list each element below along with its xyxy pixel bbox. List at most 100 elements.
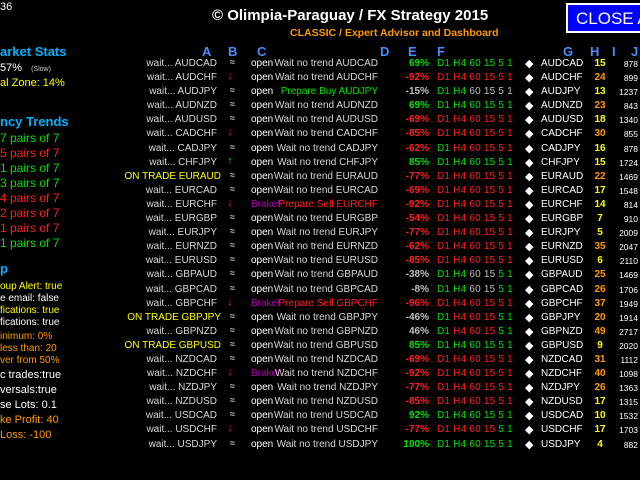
pair-label[interactable]: CHFJPY [541, 157, 580, 168]
diamond-icon[interactable]: ◆ [525, 423, 533, 436]
diamond-icon[interactable]: ◆ [525, 71, 533, 84]
diamond-icon[interactable]: ◆ [525, 127, 533, 140]
pair-label[interactable]: GBPUSD [541, 340, 583, 351]
mode-label[interactable]: open [251, 284, 273, 295]
diamond-icon[interactable]: ◆ [525, 99, 533, 112]
pair-label[interactable]: USDCAD [541, 410, 583, 421]
pair-label[interactable]: AUDCAD [541, 58, 583, 69]
mode-label[interactable]: open [251, 396, 273, 407]
pair-label[interactable]: EURJPY [541, 227, 580, 238]
diamond-icon[interactable]: ◆ [525, 156, 533, 169]
diamond-icon[interactable]: ◆ [525, 339, 533, 352]
diamond-icon[interactable]: ◆ [525, 170, 533, 183]
pair-label[interactable]: GBPCHF [541, 298, 583, 309]
pair-label[interactable]: EURGBP [541, 213, 583, 224]
diamond-icon[interactable]: ◆ [525, 268, 533, 281]
pair-label[interactable]: GBPNZD [541, 326, 583, 337]
timeframe-tag: 60 [469, 396, 481, 408]
pair-label[interactable]: GBPAUD [541, 269, 583, 280]
pair-label[interactable]: NZDCHF [541, 368, 582, 379]
mode-label[interactable]: open [251, 114, 273, 125]
diamond-icon[interactable]: ◆ [525, 367, 533, 380]
pair-label[interactable]: AUDJPY [541, 86, 580, 97]
pair-label[interactable]: CADJPY [541, 143, 580, 154]
mode-label[interactable]: open [251, 128, 273, 139]
diamond-icon[interactable]: ◆ [525, 85, 533, 98]
mode-label[interactable]: open [251, 171, 273, 182]
pair-label[interactable]: EURCAD [541, 185, 583, 196]
timeframe-tag: 1 [507, 198, 513, 210]
timeframe-tag: 60 [469, 198, 481, 210]
diamond-icon[interactable]: ◆ [525, 113, 533, 126]
diamond-icon[interactable]: ◆ [525, 184, 533, 197]
pair-range: 1098 [619, 369, 638, 380]
mode-label[interactable]: open [251, 340, 273, 351]
pair-label[interactable]: USDJPY [541, 439, 580, 450]
mode-label[interactable]: open [251, 439, 273, 450]
signal-label: Wait no trend AUDCAD [274, 58, 378, 69]
pair-score: 15 [594, 58, 606, 69]
timeframe-tag: D1 [437, 297, 451, 309]
mode-label[interactable]: open [251, 382, 273, 393]
mode-label[interactable]: Brake! [251, 298, 280, 309]
diamond-icon[interactable]: ◆ [525, 297, 533, 310]
mode-label[interactable]: open [251, 241, 273, 252]
mode-label[interactable]: open [251, 255, 273, 266]
diamond-icon[interactable]: ◆ [525, 57, 533, 70]
diamond-icon[interactable]: ◆ [525, 142, 533, 155]
mode-label[interactable]: open [251, 410, 273, 421]
pair-label[interactable]: AUDUSD [541, 114, 583, 125]
mode-label[interactable]: open [251, 269, 273, 280]
mode-label[interactable]: open [251, 143, 273, 154]
diamond-icon[interactable]: ◆ [525, 409, 533, 422]
mode-label[interactable]: open [251, 312, 273, 323]
mode-label[interactable]: open [251, 424, 273, 435]
diamond-icon[interactable]: ◆ [525, 311, 533, 324]
timeframe-group: D1 H4 60 15 5 1 [437, 269, 513, 280]
diamond-icon[interactable]: ◆ [525, 353, 533, 366]
pair-label[interactable]: NZDUSD [541, 396, 583, 407]
pair-range: 2717 [619, 326, 638, 337]
pair-label[interactable]: EURCHF [541, 199, 583, 210]
mode-label[interactable]: open [251, 157, 273, 168]
mode-label[interactable]: open [251, 86, 273, 97]
diamond-icon[interactable]: ◆ [525, 198, 533, 211]
pair-label[interactable]: AUDCHF [541, 72, 583, 83]
timeframe-tag: 5 [498, 198, 505, 210]
mode-label[interactable]: open [251, 72, 273, 83]
timeframe-group: D1 H4 60 15 5 1 [437, 382, 513, 393]
diamond-icon[interactable]: ◆ [525, 283, 533, 296]
mode-label[interactable]: open [251, 100, 273, 111]
mode-label[interactable]: open [251, 354, 273, 365]
timeframe-group: D1 H4 60 15 5 1 [437, 100, 513, 111]
diamond-icon[interactable]: ◆ [525, 212, 533, 225]
mode-label[interactable]: open [251, 185, 273, 196]
pair-label[interactable]: GBPCAD [541, 284, 583, 295]
diamond-icon[interactable]: ◆ [525, 254, 533, 267]
pair-label[interactable]: CADCHF [541, 128, 583, 139]
pair-label[interactable]: EURNZD [541, 241, 583, 252]
pair-label[interactable]: GBPJPY [541, 312, 580, 323]
signal-label: Wait no trend EURGBP [273, 213, 378, 225]
pair-label[interactable]: AUDNZD [541, 100, 583, 111]
mode-label[interactable]: open [251, 213, 273, 224]
diamond-icon[interactable]: ◆ [525, 325, 533, 338]
diamond-icon[interactable]: ◆ [525, 226, 533, 239]
pair-label[interactable]: EURAUD [541, 171, 583, 182]
diamond-icon[interactable]: ◆ [525, 438, 533, 451]
pair-label[interactable]: NZDCAD [541, 354, 583, 365]
diamond-icon[interactable]: ◆ [525, 395, 533, 408]
pair-label[interactable]: NZDJPY [541, 382, 580, 393]
close-button[interactable]: CLOSE A [566, 3, 640, 33]
timeframe-tag: 15 [483, 311, 496, 323]
timeframe-tag: 1 [507, 213, 513, 225]
mode-label[interactable]: Brake! [251, 199, 280, 210]
timeframe-group: D1 H4 60 15 5 1 [437, 86, 513, 97]
mode-label[interactable]: open [251, 227, 273, 238]
mode-label[interactable]: open [251, 326, 273, 337]
diamond-icon[interactable]: ◆ [525, 240, 533, 253]
pair-label[interactable]: USDCHF [541, 424, 583, 435]
mode-label[interactable]: open [251, 58, 273, 69]
pair-label[interactable]: EURUSD [541, 255, 583, 266]
diamond-icon[interactable]: ◆ [525, 381, 533, 394]
